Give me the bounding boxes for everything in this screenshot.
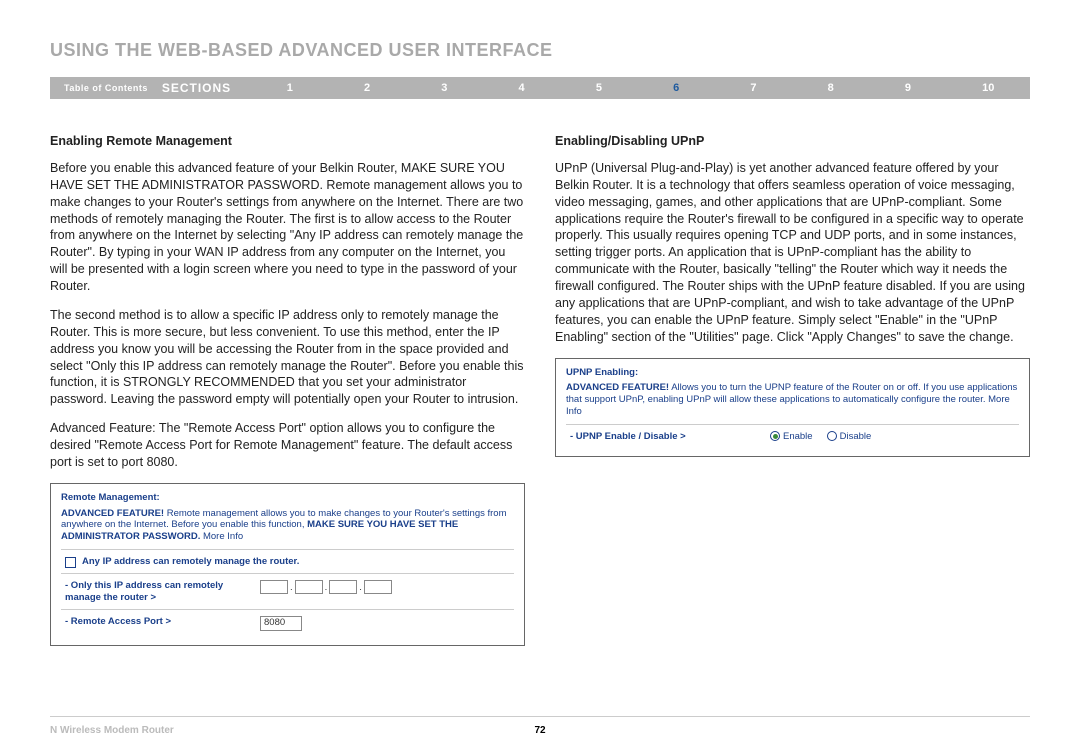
nav-num-6[interactable]: 6 (673, 82, 679, 94)
nav-num-4[interactable]: 4 (519, 82, 525, 94)
disable-label: Disable (840, 431, 872, 442)
page-number: 72 (534, 725, 545, 736)
upnp-desc-prefix: ADVANCED FEATURE! (566, 382, 669, 393)
left-p3: Advanced Feature: The "Remote Access Por… (50, 420, 525, 471)
upnp-row: - UPNP Enable / Disable > Enable Disable (566, 424, 1019, 446)
left-p2: The second method is to allow a specific… (50, 307, 525, 408)
nav-num-2[interactable]: 2 (364, 82, 370, 94)
enable-label: Enable (783, 431, 813, 442)
nav-num-9[interactable]: 9 (905, 82, 911, 94)
dot-3: . (357, 582, 364, 593)
right-column: Enabling/Disabling UPnP UPnP (Universal … (555, 133, 1030, 646)
nav-numbers: 1 2 3 4 5 6 7 8 9 10 (251, 82, 1030, 94)
ip-seg-4[interactable] (364, 580, 392, 594)
content: Enabling Remote Management Before you en… (50, 99, 1030, 646)
remote-row-anyip: Any IP address can remotely manage the r… (61, 549, 514, 573)
ip-seg-3[interactable] (329, 580, 357, 594)
ip-seg-2[interactable] (295, 580, 323, 594)
port-label: - Remote Access Port > (65, 616, 260, 628)
remote-desc-prefix: ADVANCED FEATURE! (61, 508, 164, 519)
upnp-options: Enable Disable (770, 431, 871, 444)
left-column: Enabling Remote Management Before you en… (50, 133, 525, 646)
radio-disable-icon (827, 431, 837, 441)
upnp-row-label: - UPNP Enable / Disable > (570, 431, 770, 444)
dot-2: . (323, 582, 330, 593)
port-input[interactable]: 8080 (260, 616, 302, 631)
remote-management-panel: Remote Management: ADVANCED FEATURE! Rem… (50, 483, 525, 646)
remote-row-onlyip: - Only this IP address can remotely mana… (61, 573, 514, 609)
footer-product: N Wireless Modem Router (50, 725, 174, 736)
upnp-disable-option[interactable]: Disable (827, 431, 872, 444)
upnp-panel-title: UPNP Enabling: (566, 367, 1019, 380)
remote-panel-title: Remote Management: (61, 492, 514, 505)
left-p1: Before you enable this advanced feature … (50, 160, 525, 295)
nav-toc[interactable]: Table of Contents (50, 83, 162, 93)
nav-sections-label: SECTIONS (162, 81, 251, 95)
remote-panel-desc: ADVANCED FEATURE! Remote management allo… (61, 508, 514, 544)
right-heading: Enabling/Disabling UPnP (555, 133, 1030, 150)
remote-more-info-link[interactable]: More Info (203, 531, 243, 542)
upnp-enable-option[interactable]: Enable (770, 431, 813, 444)
nav-num-10[interactable]: 10 (982, 82, 994, 94)
nav-bar: Table of Contents SECTIONS 1 2 3 4 5 6 7… (50, 77, 1030, 99)
onlyip-label: - Only this IP address can remotely mana… (65, 580, 260, 605)
anyip-label: Any IP address can remotely manage the r… (82, 556, 299, 569)
nav-num-8[interactable]: 8 (828, 82, 834, 94)
ip-input-group: ... (260, 580, 392, 594)
nav-num-3[interactable]: 3 (441, 82, 447, 94)
nav-num-7[interactable]: 7 (750, 82, 756, 94)
nav-num-5[interactable]: 5 (596, 82, 602, 94)
right-p1: UPnP (Universal Plug-and-Play) is yet an… (555, 160, 1030, 346)
page-title: USING THE WEB-BASED ADVANCED USER INTERF… (50, 40, 1030, 61)
nav-num-1[interactable]: 1 (287, 82, 293, 94)
radio-enable-icon (770, 431, 780, 441)
ip-seg-1[interactable] (260, 580, 288, 594)
footer: N Wireless Modem Router 72 (50, 716, 1030, 736)
remote-row-port: - Remote Access Port > 8080 (61, 609, 514, 635)
upnp-panel-desc: ADVANCED FEATURE! Allows you to turn the… (566, 382, 1019, 418)
dot-1: . (288, 582, 295, 593)
anyip-checkbox[interactable] (65, 557, 76, 568)
left-heading: Enabling Remote Management (50, 133, 525, 150)
upnp-panel: UPNP Enabling: ADVANCED FEATURE! Allows … (555, 358, 1030, 457)
